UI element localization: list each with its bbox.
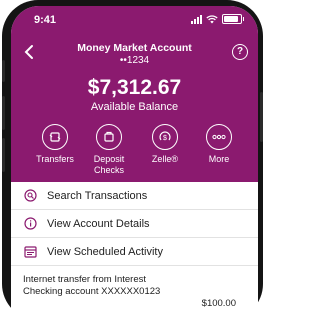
transfers-label: Transfers: [36, 154, 74, 164]
transfers-button[interactable]: Transfers: [27, 124, 83, 165]
deposit-checks-button[interactable]: Deposit Checks: [81, 124, 137, 176]
more-icon: [206, 124, 232, 150]
view-scheduled-activity-item[interactable]: View Scheduled Activity: [11, 238, 258, 266]
status-icons: [191, 14, 244, 24]
cellular-signal-icon: [191, 14, 202, 24]
mute-switch: [2, 60, 5, 82]
info-icon: [23, 217, 37, 231]
transaction-description: Internet transfer from Interest Checking…: [23, 274, 161, 297]
balance-amount: $7,312.67: [87, 76, 182, 99]
transfer-icon: [42, 124, 68, 150]
more-button[interactable]: More: [191, 124, 247, 165]
zelle-label: Zelle®: [151, 154, 179, 164]
status-bar: 9:41: [11, 6, 258, 32]
search-icon: [23, 189, 37, 203]
battery-icon: [222, 14, 242, 24]
view-account-details-item[interactable]: View Account Details: [11, 210, 258, 238]
account-name: Money Market Account: [77, 42, 192, 54]
search-transactions-item[interactable]: Search Transactions: [11, 182, 258, 210]
deposit-checks-label: Deposit Checks: [93, 154, 125, 175]
quick-actions: Transfers Deposit Checks $ Zelle® More: [11, 124, 258, 178]
volume-down-button: [2, 138, 5, 172]
app-screen: 9:41 ? Money Market Account ••1234 $7,31…: [11, 6, 258, 326]
svg-text:$: $: [163, 135, 167, 142]
transaction-amount: $100.00: [201, 298, 236, 309]
zelle-icon: $: [152, 124, 178, 150]
menu-item-label: Search Transactions: [47, 189, 148, 202]
power-button: [260, 92, 263, 142]
account-number: ••1234: [119, 55, 150, 66]
deposit-check-icon: [96, 124, 122, 150]
account-menu: Search Transactions View Account Details: [11, 182, 258, 266]
volume-up-button: [2, 96, 5, 130]
wifi-icon: [206, 14, 218, 23]
transaction-row[interactable]: Internet transfer from Interest Checking…: [11, 268, 258, 318]
calendar-icon: [23, 245, 37, 259]
menu-item-label: View Account Details: [47, 217, 150, 230]
more-label: More: [208, 154, 230, 164]
status-time: 9:41: [34, 14, 57, 26]
menu-item-label: View Scheduled Activity: [47, 245, 163, 258]
zelle-button[interactable]: $ Zelle®: [137, 124, 193, 165]
battery-tip: [243, 17, 244, 21]
phone-frame: 9:41 ? Money Market Account ••1234 $7,31…: [2, 0, 263, 326]
balance-label: Available Balance: [90, 101, 179, 113]
